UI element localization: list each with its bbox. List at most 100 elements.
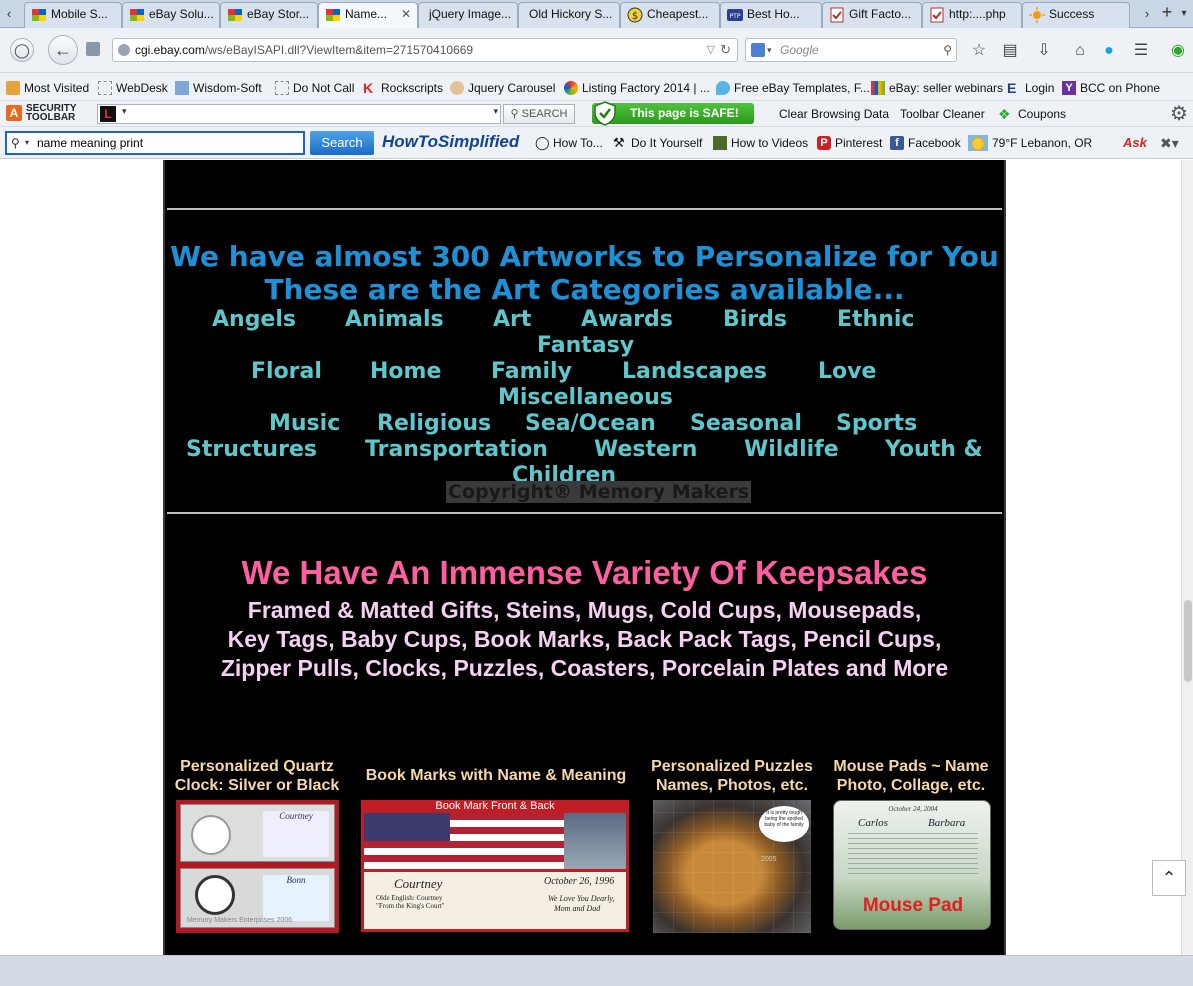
dropdown-icon[interactable]: ▾ [25, 133, 29, 153]
category-link[interactable]: Sea/Ocean [525, 411, 656, 437]
mousepad-product-image[interactable]: October 24, 2004 Carlos Barbara Mouse Pa… [833, 800, 991, 930]
do-it-yourself-link[interactable]: ⚒ Do It Yourself [613, 135, 702, 151]
bookmark-bcc-on-phone[interactable]: Y BCC on Phone [1062, 79, 1160, 97]
bookmark-listing-factory[interactable]: Listing Factory 2014 | ... [564, 79, 710, 97]
category-link[interactable]: Fantasy [537, 333, 634, 359]
category-link[interactable]: Wildlife [744, 437, 839, 463]
scrollbar-thumb[interactable] [1184, 600, 1192, 682]
bookmark-free-ebay-templates[interactable]: Free eBay Templates, F... [716, 79, 870, 97]
category-link[interactable]: Western [594, 437, 697, 463]
tab-list-icon[interactable]: ▾ [1177, 4, 1191, 24]
clock-product-image[interactable]: Courtney Bonn Memory Makers Enterprises … [176, 800, 339, 933]
tab-name-active[interactable]: Name... ✕ [318, 2, 418, 29]
ask-logo-icon[interactable]: Ask [1123, 133, 1147, 153]
category-link[interactable]: Animals [345, 307, 444, 333]
category-link[interactable]: Music [269, 411, 340, 437]
facebook-link[interactable]: f Facebook [890, 135, 961, 151]
security-search-input[interactable]: L ▾ ▾ [97, 104, 501, 124]
howto-link[interactable]: ◯ How To... [535, 135, 603, 151]
category-link[interactable]: Sports [836, 411, 917, 437]
howto-brand-logo[interactable]: HowToSimplified [382, 131, 519, 153]
howto-search-input[interactable]: ⚲ ▾ name meaning print [5, 131, 305, 155]
page-safe-badge[interactable]: This page is SAFE! [592, 101, 754, 126]
tab-scroll-left-icon[interactable]: ‹ [2, 4, 16, 24]
security-search-button[interactable]: ⚲ SEARCH [503, 104, 575, 124]
tab-jquery-image[interactable]: jQuery Image... [418, 2, 518, 28]
tab-old-hickory[interactable]: Old Hickory S... [518, 2, 620, 28]
category-link[interactable]: Ethnic [837, 307, 914, 333]
bookmark-wisdom-soft[interactable]: Wisdom-Soft [175, 79, 262, 97]
category-link[interactable]: Miscellaneous [498, 385, 673, 411]
home-icon[interactable]: ⌂ [1070, 41, 1090, 61]
tools-icon[interactable]: ✖▾ [1160, 133, 1179, 153]
category-link[interactable]: Religious [377, 411, 491, 437]
tab-scroll-right-icon[interactable]: › [1140, 4, 1154, 24]
web-search-bar[interactable]: ▾ Google ⚲ [745, 38, 957, 62]
category-link[interactable]: Awards [581, 307, 673, 333]
dropdown-arrow-icon[interactable]: ▽ [707, 39, 715, 61]
bookmark-webdesk[interactable]: WebDesk [98, 79, 168, 97]
product-title-mousepads[interactable]: Mouse Pads ~ Name Photo, Collage, etc. [829, 757, 993, 795]
puzzle-product-image[interactable]: It is pretty tough being the spoiled bab… [653, 800, 811, 933]
tab-ebay-stores[interactable]: eBay Stor... [220, 2, 318, 28]
tab-http-php[interactable]: http:....php [922, 2, 1022, 28]
category-link[interactable]: Angels [212, 307, 296, 333]
category-link[interactable]: Birds [723, 307, 787, 333]
bookmark-ebay-webinars[interactable]: eBay: seller webinars [871, 79, 1003, 97]
how-to-videos-link[interactable]: How to Videos [713, 135, 808, 151]
tab-mobile[interactable]: Mobile S... [24, 2, 122, 28]
category-link[interactable]: Youth & [885, 437, 983, 463]
toolbar-cleaner-link[interactable]: Toolbar Cleaner [900, 106, 985, 122]
engine-dropdown-icon[interactable]: ▾ [122, 106, 127, 117]
downloads-icon[interactable]: ⇩ [1034, 41, 1054, 61]
close-tab-icon[interactable]: ✕ [401, 3, 411, 25]
settings-gear-icon[interactable]: ⚙ [1170, 103, 1188, 125]
category-link[interactable]: Love [818, 359, 876, 385]
category-link[interactable]: Transportation [365, 437, 548, 463]
tab-gift-factory[interactable]: Gift Facto... [822, 2, 922, 28]
howto-search-button[interactable]: Search [310, 131, 374, 155]
security-toolbar-logo[interactable]: A SECURITY TOOLBAR [6, 104, 86, 124]
google-engine-icon[interactable] [751, 43, 765, 57]
reload-icon[interactable]: ↻ [720, 39, 731, 61]
bookmark-login[interactable]: E Login [1007, 79, 1054, 97]
bookmark-do-not-call[interactable]: Do Not Call [275, 79, 354, 97]
reader-icon[interactable]: ◯ [10, 38, 34, 62]
clear-browsing-data-link[interactable]: Clear Browsing Data [779, 106, 889, 122]
vertical-scrollbar[interactable] [1181, 160, 1193, 955]
scroll-to-top-button[interactable]: ⌃ [1152, 860, 1186, 896]
pinterest-link[interactable]: P Pinterest [817, 135, 882, 151]
back-button[interactable]: ← [48, 35, 78, 65]
product-title-clock[interactable]: Personalized Quartz Clock: Silver or Bla… [171, 757, 343, 795]
category-link[interactable]: Landscapes [622, 359, 767, 385]
bookmark-rockscripts[interactable]: K Rockscripts [363, 79, 443, 97]
search-icon[interactable]: ⚲ [943, 39, 952, 61]
url-bar[interactable]: cgi.ebay.com/ws/eBayISAPI.dll?ViewItem&i… [112, 38, 738, 62]
engine-dropdown-icon[interactable]: ▾ [767, 39, 772, 61]
category-link[interactable]: Art [493, 307, 531, 333]
bookmark-most-visited[interactable]: Most Visited [6, 79, 89, 97]
category-link[interactable]: Floral [251, 359, 322, 385]
weather-widget[interactable]: 79°F Lebanon, OR [968, 135, 1092, 151]
category-link[interactable]: Structures [186, 437, 317, 463]
tab-ebay-solutions[interactable]: eBay Solu... [122, 2, 220, 28]
addon-eye-icon[interactable]: ◉ [1168, 41, 1188, 61]
engine-icon[interactable]: L [100, 106, 116, 122]
tab-cheapest[interactable]: $ Cheapest... [620, 2, 720, 28]
menu-icon[interactable]: ☰ [1131, 41, 1151, 61]
bookmark-product-image[interactable]: Book Mark Front & Back Courtney Olde Eng… [361, 800, 629, 932]
category-link[interactable]: Family [491, 359, 572, 385]
category-link[interactable]: Seasonal [690, 411, 802, 437]
bookmarks-menu-icon[interactable]: ▤ [1000, 41, 1020, 61]
coupons-link[interactable]: ❖ Coupons [998, 106, 1066, 122]
skype-icon[interactable]: ● [1099, 41, 1119, 61]
tab-best-ho[interactable]: PTP Best Ho... [720, 2, 822, 28]
product-title-puzzles[interactable]: Personalized Puzzles Names, Photos, etc. [643, 757, 821, 795]
category-link[interactable]: Home [370, 359, 441, 385]
tab-success[interactable]: Success [1022, 2, 1130, 28]
bookmark-jquery-carousel[interactable]: Jquery Carousel [450, 79, 555, 97]
new-tab-button[interactable]: + [1157, 2, 1177, 24]
product-title-bookmarks[interactable]: Book Marks with Name & Meaning [355, 766, 637, 785]
bookmark-star-icon[interactable]: ☆ [969, 41, 989, 61]
history-dropdown-icon[interactable]: ▾ [493, 106, 498, 117]
